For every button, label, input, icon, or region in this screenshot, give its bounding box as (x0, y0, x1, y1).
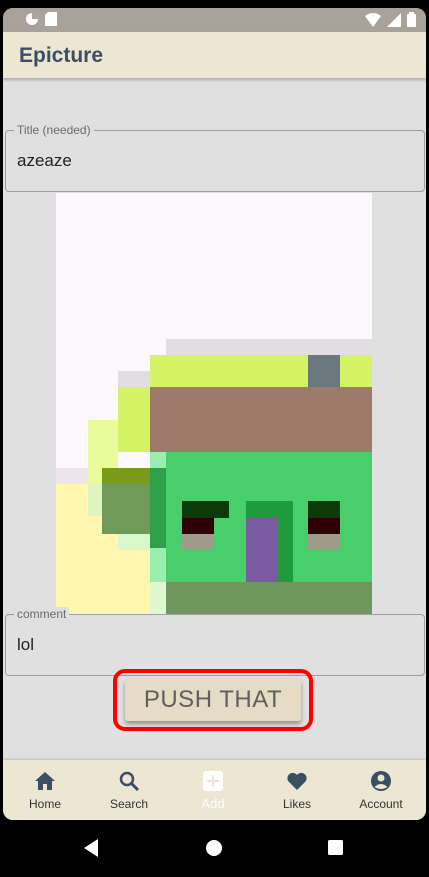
wifi-icon (365, 12, 381, 27)
system-navigation-bar (0, 820, 429, 877)
heart-icon (287, 772, 307, 790)
push-that-button[interactable]: PUSH THAT (125, 679, 301, 721)
account-icon (371, 771, 391, 791)
home-circle-icon[interactable] (205, 839, 223, 857)
signal-icon (387, 12, 401, 27)
nav-label-home: Home (28, 797, 61, 811)
back-icon[interactable] (82, 838, 100, 858)
app-title: Epicture (19, 44, 104, 67)
battery-icon (407, 12, 416, 27)
nav-item-search[interactable]: Search (87, 760, 171, 820)
nav-label-add: Add (201, 796, 225, 811)
sd-card-icon (45, 12, 57, 26)
nav-item-add[interactable]: Add (171, 760, 255, 820)
nav-item-likes[interactable]: Likes (255, 760, 339, 820)
nav-label-likes: Likes (282, 797, 311, 811)
nav-label-account: Account (359, 797, 403, 811)
status-bar (3, 8, 426, 32)
nav-item-home[interactable]: Home (3, 760, 87, 820)
title-field-value[interactable]: azeaze (17, 151, 72, 171)
title-field[interactable]: Title (needed) azeaze (5, 123, 425, 192)
app-screen: Epicture Title (needed) azeaze comment l… (3, 8, 426, 820)
search-icon (119, 771, 140, 792)
nav-label-search: Search (109, 797, 149, 811)
notification-icon (26, 13, 38, 25)
comment-field-label: comment (14, 607, 70, 621)
bottom-navigation: Home Search Add Likes Account (3, 760, 426, 820)
comment-field[interactable]: comment lol (5, 607, 425, 676)
pixel-house-picture (56, 193, 372, 617)
recents-icon[interactable] (327, 839, 344, 856)
home-icon (35, 772, 55, 790)
comment-field-value[interactable]: lol (17, 635, 34, 655)
title-field-label: Title (needed) (14, 123, 94, 137)
add-icon (203, 771, 223, 791)
selected-image (56, 193, 372, 617)
app-bar: Epicture (3, 32, 426, 78)
device-frame: Epicture Title (needed) azeaze comment l… (0, 0, 429, 877)
nav-item-account[interactable]: Account (339, 760, 423, 820)
